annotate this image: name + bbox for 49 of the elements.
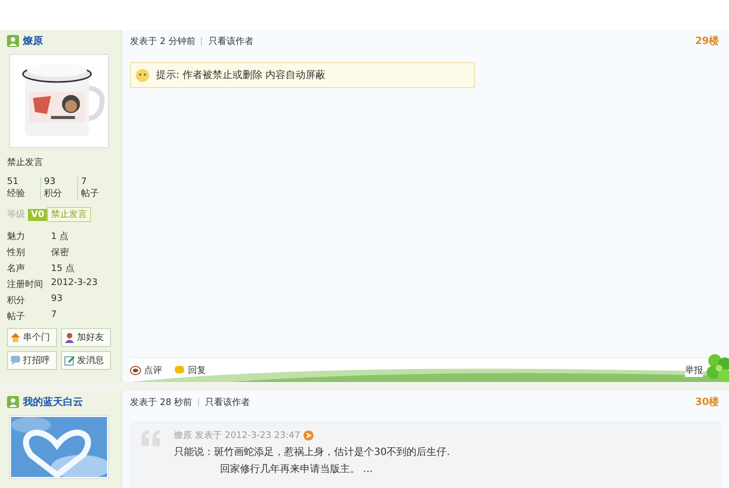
person-icon bbox=[64, 332, 75, 343]
level-label: 等级 bbox=[7, 208, 25, 221]
author-name[interactable]: 燎原 bbox=[23, 34, 43, 48]
profile-label: 名声 bbox=[7, 262, 26, 275]
arrow-icon[interactable] bbox=[303, 430, 314, 441]
author-name[interactable]: 我的蓝天白云 bbox=[23, 395, 83, 409]
post-time: 发表于 2 分钟前 bbox=[130, 36, 196, 48]
notice-text: 提示: 作者被禁止或删除 内容自动屏蔽 bbox=[156, 68, 326, 82]
profile-value: 1 点 bbox=[51, 230, 70, 243]
reply-button[interactable]: 回复 bbox=[174, 364, 206, 376]
profile-value: 保密 bbox=[51, 246, 70, 259]
action-button[interactable]: 打招呼 bbox=[7, 351, 57, 370]
speech-bubble-icon bbox=[10, 355, 21, 366]
stat-value[interactable]: 51 bbox=[7, 177, 40, 187]
user-icon bbox=[7, 35, 19, 47]
smiley-icon bbox=[135, 68, 150, 82]
profile-value: 93 bbox=[51, 294, 64, 306]
profile-value: 15 点 bbox=[51, 262, 76, 275]
quote-text: 只能说：斑竹画蛇添足，惹祸上身，估计是个30不到的后生仔. bbox=[174, 446, 450, 459]
quote-text: 回家修行几年再来申请当版主。 ... bbox=[219, 462, 374, 476]
user-icon bbox=[7, 396, 19, 408]
profile-label: 性别 bbox=[7, 246, 26, 259]
profile-label: 帖子 bbox=[7, 310, 26, 323]
only-author-link[interactable]: 只看该作者 bbox=[208, 34, 254, 48]
action-button[interactable]: 加好友 bbox=[61, 328, 111, 347]
report-link[interactable]: 举报 bbox=[685, 364, 703, 376]
stat-label: 帖子 bbox=[81, 188, 100, 200]
level-name: 禁止发言 bbox=[47, 207, 92, 222]
quote-mark-icon bbox=[140, 429, 162, 447]
action-button[interactable]: 发消息 bbox=[61, 351, 111, 370]
edit-icon bbox=[64, 355, 75, 366]
quote-meta: 燎原 发表于 2012-3-23 23:47 bbox=[174, 430, 300, 442]
profile-label: 注册时间 bbox=[7, 278, 44, 291]
profile-label: 魅力 bbox=[7, 230, 26, 243]
stat-label: 经验 bbox=[7, 188, 26, 200]
stat-value[interactable]: 93 bbox=[44, 177, 77, 187]
post-time: 发表于 28 秒前 bbox=[130, 396, 192, 408]
stat-label: 积分 bbox=[44, 188, 63, 200]
only-author-link[interactable]: 只看该作者 bbox=[205, 396, 250, 408]
stat-value[interactable]: 7 bbox=[81, 177, 114, 187]
house-icon bbox=[10, 332, 21, 343]
profile-value: 2012-3-23 bbox=[51, 278, 99, 290]
level-badge: V0 bbox=[28, 208, 48, 220]
user-group: 禁止发言 bbox=[7, 156, 121, 169]
profile-value: 7 bbox=[51, 310, 58, 322]
comment-button[interactable]: 点评 bbox=[130, 364, 162, 376]
speech-bubble-icon bbox=[174, 364, 185, 376]
profile-label: 积分 bbox=[7, 294, 26, 307]
action-button[interactable]: 串个门 bbox=[7, 328, 57, 347]
